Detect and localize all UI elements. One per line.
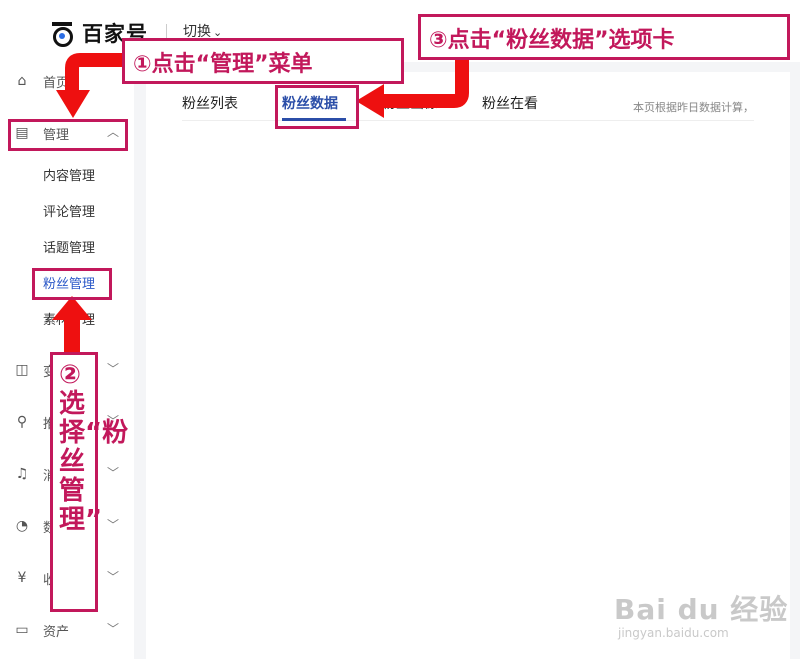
callout-step3: ③点击“粉丝数据”选项卡 [418,14,790,60]
callout-step1: ①点击“管理”菜单 [122,38,404,84]
highlight-manage [8,119,128,151]
watermark-logo: Bai du 经验 [614,593,789,626]
highlight-fan-data-tab [275,85,359,129]
callout-step1-text: ①点击“管理”菜单 [133,52,313,77]
callout-step3-text: ③点击“粉丝数据”选项卡 [429,28,675,53]
highlight-fans-management [32,268,112,300]
tutorial-arrows [52,53,469,356]
watermark-url: jingyan.baidu.com [618,626,729,640]
baidu-jingyan-watermark: Bai du 经验 jingyan.baidu.com [614,588,788,640]
arrow-step2-shaft [64,316,80,356]
callout-step2: ②选择“粉丝管理” [50,352,129,612]
arrow-step1-head [56,90,90,118]
arrow-step3-head [356,84,384,118]
callout-step2-text: ②选择“粉丝管理” [59,360,129,535]
arrow-step1 [65,53,124,92]
